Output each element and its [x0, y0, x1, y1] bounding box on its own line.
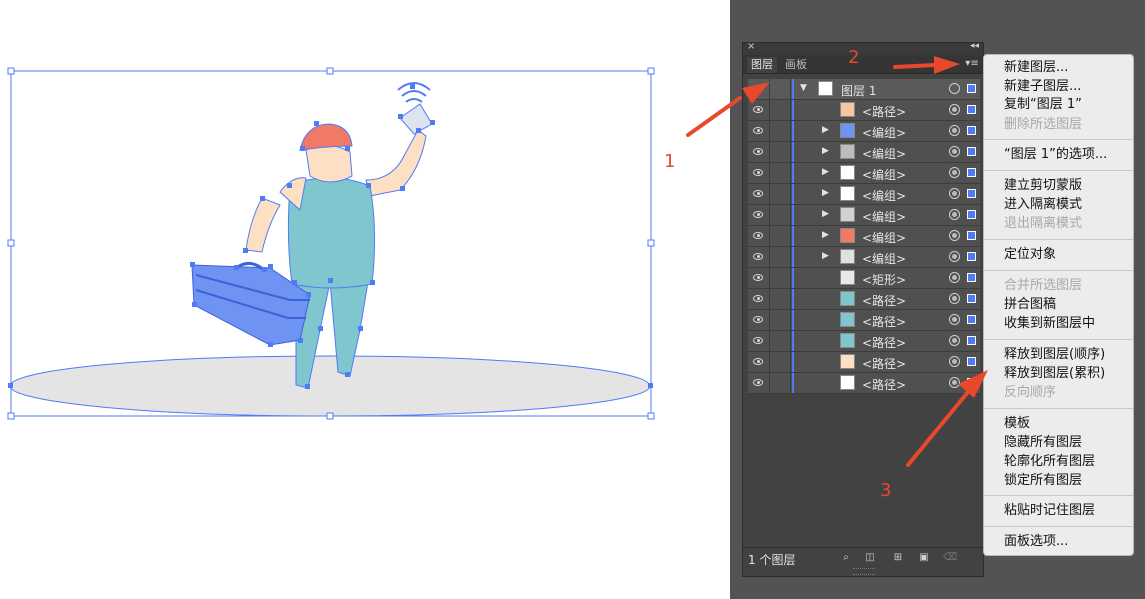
annotation-arrow-2: [893, 63, 937, 69]
annotation-arrowhead-3: [958, 370, 988, 398]
annotation-label-2: 2: [848, 47, 860, 68]
annotation-label-3: 3: [880, 480, 892, 501]
annotation-arrowhead-2: [934, 56, 960, 74]
annotation-label-1: 1: [664, 151, 676, 172]
annotation-arrows: [686, 56, 988, 467]
annotation-arrow-3: [906, 390, 970, 467]
annotation-arrow-1: [686, 96, 742, 137]
annotation-arrowhead-1: [742, 82, 770, 104]
